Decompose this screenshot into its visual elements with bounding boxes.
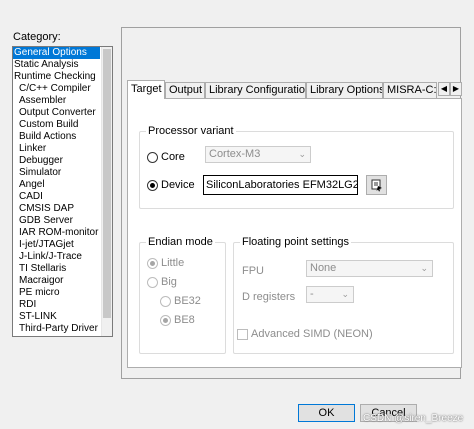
category-item[interactable]: TI Stellaris [13,263,100,275]
fpu-select-value: None [310,262,337,274]
device-select-icon [371,179,382,192]
category-item[interactable]: Simulator [13,167,100,179]
category-scrollbar[interactable] [101,47,112,336]
be32-radio[interactable] [160,296,171,307]
d-registers-label: D registers [242,291,296,303]
target-tab-page: Processor variant Core Cortex-M3 ⌄ Devic… [127,98,462,368]
big-endian-label: Big [161,276,177,288]
device-select-button[interactable] [366,175,387,195]
tab-scroll-left-icon[interactable]: ◀ [438,82,450,96]
ok-button[interactable]: OK [298,404,355,422]
category-item[interactable]: Build Actions [13,131,100,143]
category-item[interactable]: PE micro [13,287,100,299]
category-item[interactable]: RDI [13,299,100,311]
tab-output[interactable]: Output [165,82,205,98]
d-registers-select-value: - [310,288,314,300]
tab-library-configuration[interactable]: Library Configuration [205,82,306,98]
device-radio[interactable] [147,180,158,191]
category-item[interactable]: Macraigor [13,275,100,287]
floating-point-title: Floating point settings [240,236,352,248]
category-item[interactable]: Third-Party Driver [13,323,100,335]
category-item[interactable]: CADI [13,191,100,203]
tab-scroll-right-icon[interactable]: ▶ [450,82,462,96]
chevron-down-icon: ⌄ [420,263,428,273]
category-item[interactable]: Custom Build [13,119,100,131]
watermark: CSDN @siren_Breeze [363,413,464,424]
core-select-value: Cortex-M3 [209,148,261,160]
category-item[interactable]: J-Link/J-Trace [13,251,100,263]
category-item[interactable]: Linker [13,143,100,155]
category-label: Category: [13,31,61,43]
chevron-down-icon: ⌄ [298,149,306,159]
category-item[interactable]: C/C++ Compiler [13,83,100,95]
tab-target[interactable]: Target [127,80,165,99]
core-radio[interactable] [147,152,158,163]
tab-library-options[interactable]: Library Options [306,82,383,98]
category-item[interactable]: Assembler [13,95,100,107]
device-field[interactable]: SiliconLaboratories EFM32LG280F [203,175,358,195]
category-item[interactable]: I-jet/JTAGjet [13,239,100,251]
category-item[interactable]: ST-LINK [13,311,100,323]
little-endian-radio[interactable] [147,258,158,269]
category-item[interactable]: General Options [13,47,100,59]
chevron-down-icon: ⌄ [341,289,349,299]
category-item[interactable]: GDB Server [13,215,100,227]
tab-misra-c[interactable]: MISRA-C:2 [383,82,437,98]
category-list[interactable]: General Options Static Analysis Runtime Ch… [12,46,113,337]
category-items: General Options Static Analysis Runtime Ch… [13,47,100,335]
tab-strip: Target Output Library Configuration Libr… [127,80,462,99]
category-item[interactable]: IAR ROM-monitor [13,227,100,239]
advanced-simd-checkbox[interactable] [237,329,248,340]
be32-label: BE32 [174,295,201,307]
category-item[interactable]: Angel [13,179,100,191]
category-item[interactable]: CMSIS DAP [13,203,100,215]
category-item[interactable]: Output Converter [13,107,100,119]
d-registers-select[interactable]: - ⌄ [306,286,354,303]
category-scrollbar-thumb[interactable] [103,49,111,318]
be8-label: BE8 [174,314,195,326]
processor-variant-group: Processor variant Core Cortex-M3 ⌄ Devic… [139,125,454,209]
category-item[interactable]: Static Analysis [13,59,100,71]
category-item[interactable]: Debugger [13,155,100,167]
big-endian-radio[interactable] [147,277,158,288]
little-endian-label: Little [161,257,185,269]
fpu-select[interactable]: None ⌄ [306,260,433,277]
processor-variant-title: Processor variant [146,125,236,137]
fpu-label: FPU [242,265,264,277]
device-label: Device [161,179,195,191]
tab-scroll-buttons: ◀ ▶ [438,82,462,96]
core-label: Core [161,151,185,163]
category-item[interactable]: Runtime Checking [13,71,100,83]
be8-radio[interactable] [160,315,171,326]
endian-mode-title: Endian mode [146,236,215,248]
endian-mode-group: Endian mode Little Big BE32 BE8 [139,236,226,354]
advanced-simd-label: Advanced SIMD (NEON) [251,328,373,340]
core-select[interactable]: Cortex-M3 ⌄ [205,146,311,163]
